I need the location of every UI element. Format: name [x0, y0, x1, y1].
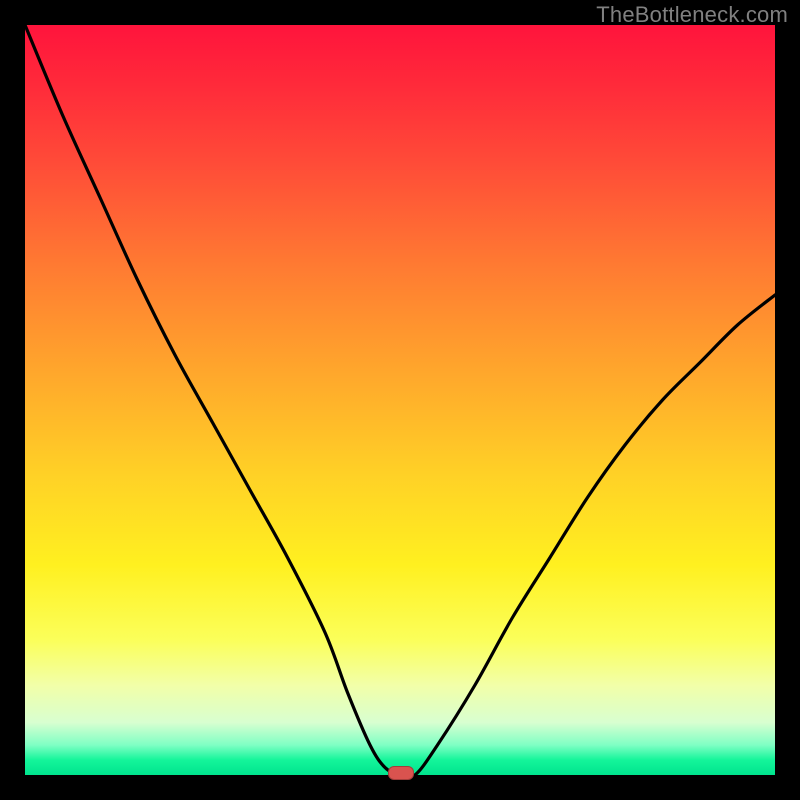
watermark-text: TheBottleneck.com — [596, 2, 788, 28]
chart-frame: TheBottleneck.com — [0, 0, 800, 800]
optimum-marker — [388, 766, 414, 780]
bottleneck-curve — [25, 25, 775, 775]
